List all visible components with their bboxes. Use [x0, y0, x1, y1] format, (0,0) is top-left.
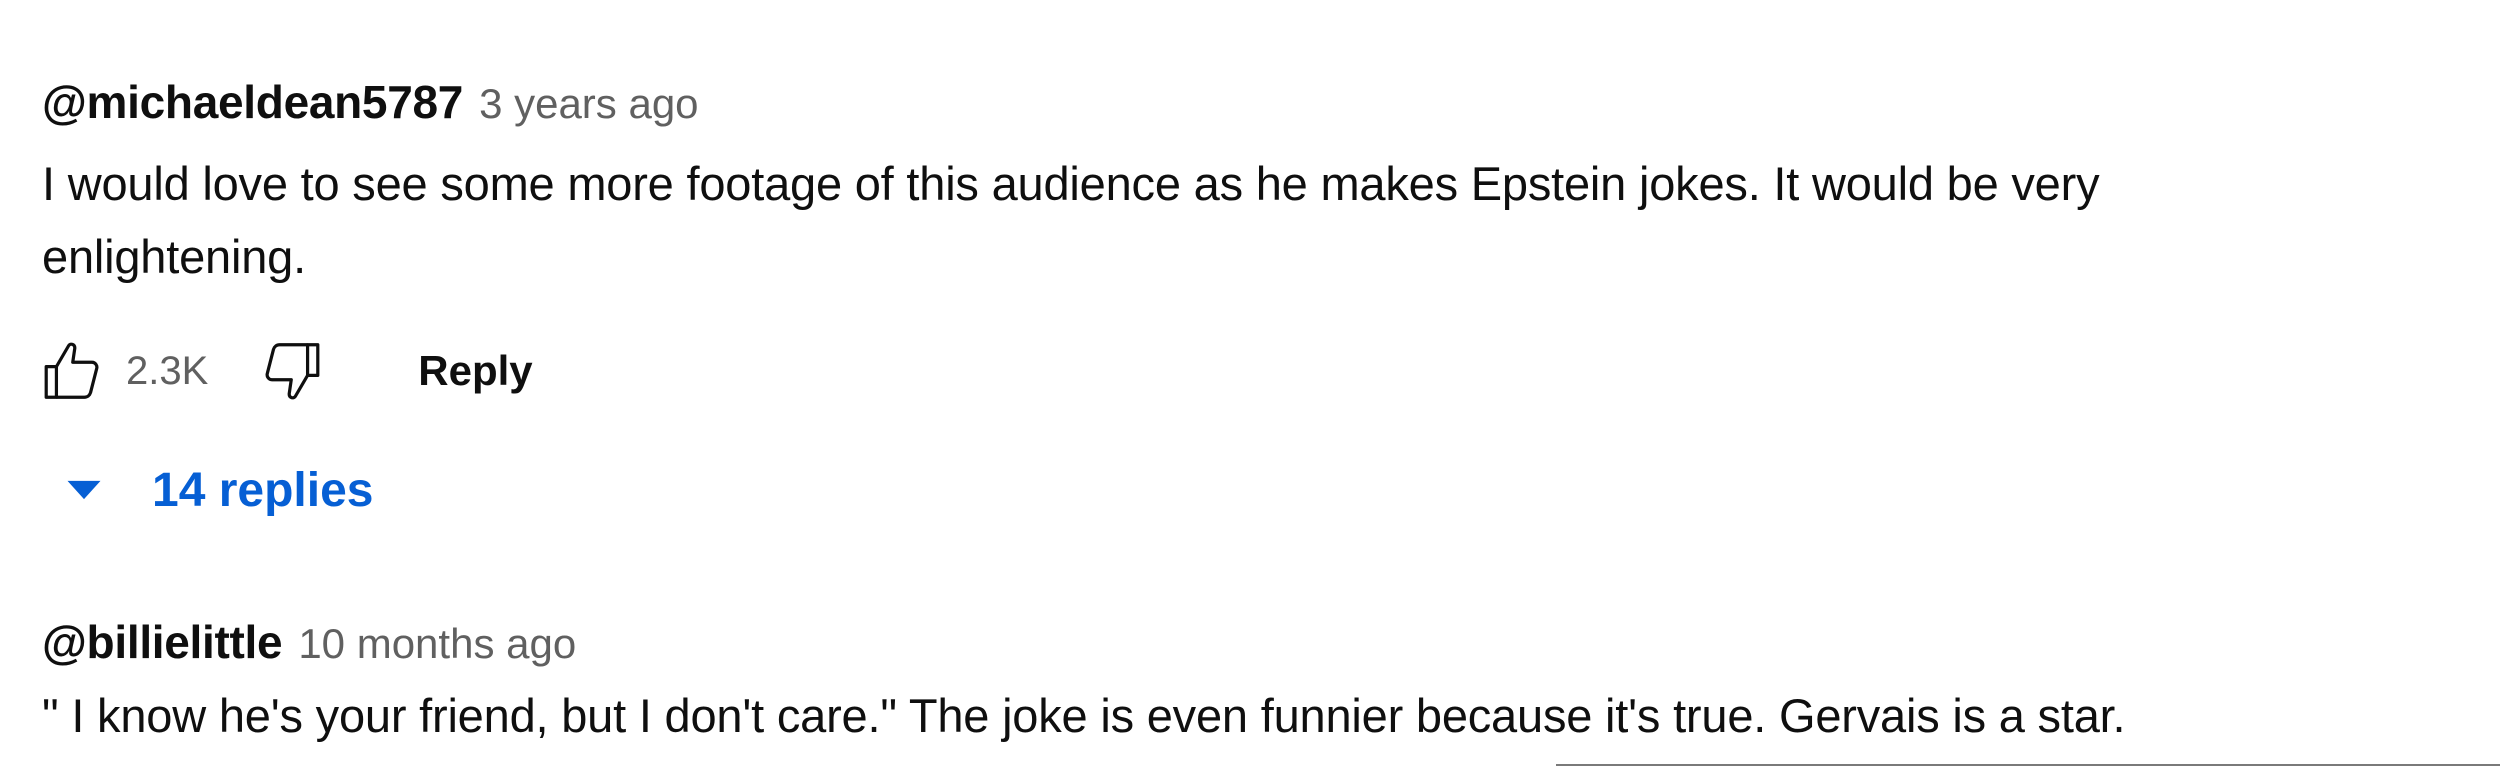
- like-count: 2.3K: [126, 348, 209, 393]
- comment-text: I would love to see some more footage of…: [42, 157, 2100, 283]
- comment-author[interactable]: @billielittle: [42, 615, 283, 669]
- like-button[interactable]: [36, 336, 106, 406]
- comment-header: @billielittle 10 months ago: [42, 615, 2460, 669]
- comment-text: " I know he's your friend, but I don't c…: [42, 689, 2126, 742]
- comment-timestamp[interactable]: 10 months ago: [298, 620, 576, 668]
- comment-header: @michaeldean5787 3 years ago: [42, 75, 2460, 129]
- caret-down-icon: [67, 480, 101, 500]
- divider: [1556, 764, 2500, 766]
- comment-timestamp[interactable]: 3 years ago: [479, 80, 698, 128]
- replies-count-label: 14 replies: [152, 463, 374, 517]
- comment-author[interactable]: @michaeldean5787: [42, 75, 463, 129]
- comment-thread: @michaeldean5787 3 years ago I would lov…: [42, 75, 2460, 293]
- reply-button[interactable]: Reply: [418, 347, 532, 395]
- comment-action-bar: 2.3K Reply: [36, 336, 533, 406]
- view-replies-button[interactable]: 14 replies: [62, 458, 373, 522]
- comment-thread: @billielittle 10 months ago " I know he'…: [42, 615, 2460, 752]
- thumbs-down-icon: [265, 343, 320, 400]
- thumbs-up-icon: [44, 342, 99, 399]
- dislike-button[interactable]: [258, 336, 328, 406]
